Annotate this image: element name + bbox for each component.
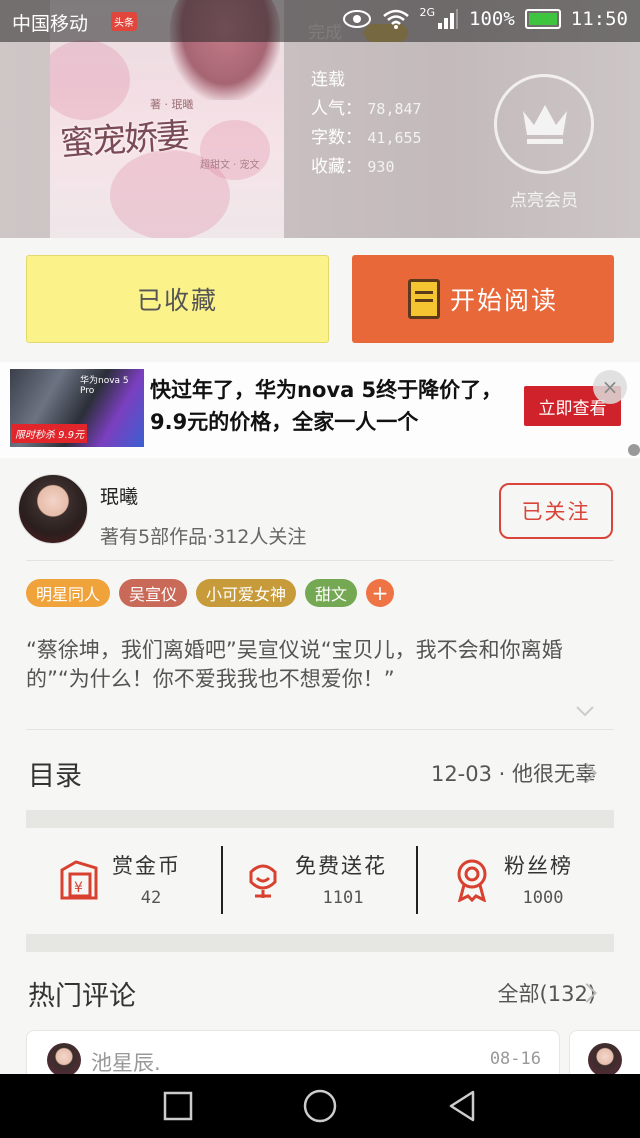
reward-coins-value: 42 — [140, 888, 162, 908]
toc-title: 目录 — [28, 761, 82, 792]
tag-list: 明星同人 吴宣仪 小可爱女神 甜文 + — [26, 579, 395, 607]
serial-status: 连载 — [311, 70, 345, 90]
tag-chip[interactable]: 甜文 — [305, 579, 358, 607]
ribbon-badge-icon — [457, 859, 487, 902]
home-button[interactable] — [280, 1074, 360, 1138]
system-nav-bar — [0, 1074, 640, 1138]
status-bar: 中国移动 头条 2G 100% 11:50 — [0, 0, 640, 42]
vip-crown-button[interactable] — [494, 74, 594, 174]
comment-date: 08-16 — [489, 1049, 541, 1069]
book-icon — [407, 279, 440, 319]
svg-text:¥: ¥ — [74, 880, 83, 896]
free-flowers-value: 1101 — [322, 888, 364, 908]
author-name[interactable]: 珉曦 — [100, 482, 138, 509]
favorites-row: 收藏： 930 — [311, 153, 422, 182]
start-reading-button[interactable]: 开始阅读 — [352, 255, 614, 343]
ad-brand: 华为nova 5 Pro — [80, 376, 129, 396]
ad-image[interactable]: 华为nova 5 Pro 限时秒杀 9.9元 — [10, 369, 144, 447]
author-avatar[interactable] — [18, 474, 88, 544]
ad-banner[interactable]: 华为nova 5 Pro 限时秒杀 9.9元 快过年了，华为nova 5终于降价… — [0, 362, 640, 458]
fan-ranking-value: 1000 — [522, 888, 564, 908]
reward-coins-label: 赏金币 — [112, 854, 181, 878]
add-tag-button[interactable]: + — [366, 579, 395, 607]
commenter-avatar[interactable] — [588, 1043, 622, 1077]
back-button[interactable] — [422, 1074, 502, 1138]
word-count-value: 41,655 — [367, 129, 422, 147]
fan-ranking-label: 粉丝榜 — [504, 854, 573, 878]
wifi-icon — [382, 9, 409, 29]
tag-chip[interactable]: 吴宣仪 — [119, 579, 188, 607]
carrier-name: 中国移动 — [12, 13, 89, 35]
battery-icon — [524, 9, 561, 29]
red-envelope-icon: ¥ — [60, 860, 98, 900]
section-separator — [26, 934, 614, 952]
author-meta: 著有5部作品·312人关注 — [100, 526, 307, 548]
cover-subtitle: 超甜文 · 宠文 — [200, 160, 260, 171]
battery-percent: 100% — [469, 8, 515, 30]
vip-label[interactable]: 点亮会员 — [496, 186, 592, 211]
reward-stats: ¥ 赏金币 42 免费送花 1101 粉丝榜 1000 — [26, 830, 614, 930]
favorites-label: 收藏： — [311, 157, 362, 177]
ad-indicator-icon — [628, 444, 640, 456]
ad-promo: 限时秒杀 9.9元 — [12, 424, 88, 443]
divider — [26, 560, 614, 561]
chevron-down-icon[interactable] — [574, 700, 596, 722]
recent-apps-button[interactable] — [138, 1074, 218, 1138]
square-icon — [163, 1091, 193, 1121]
collected-label: 已收藏 — [136, 286, 218, 315]
network-type: 2G — [419, 5, 436, 19]
hot-comments-title: 热门评论 — [28, 981, 136, 1012]
latest-chapter[interactable]: 12-03 · 他很无辜 — [431, 758, 596, 788]
commenter-name: 池星辰. — [91, 1051, 161, 1075]
free-flowers[interactable]: 免费送花 1101 — [223, 830, 416, 930]
collected-button[interactable]: 已收藏 — [26, 255, 329, 343]
favorites-value: 930 — [367, 158, 395, 176]
word-count-label: 字数： — [311, 128, 362, 148]
book-stats: 连载 人气： 78,847 字数： 41,655 收藏： 930 — [311, 66, 422, 182]
triangle-back-icon — [449, 1090, 475, 1122]
commenter-avatar[interactable] — [47, 1043, 81, 1077]
circle-icon — [303, 1089, 337, 1123]
start-reading-label: 开始阅读 — [449, 286, 558, 315]
tag-chip[interactable]: 小可爱女神 — [196, 579, 297, 607]
section-separator — [26, 810, 614, 828]
tag-chip[interactable]: 明星同人 — [26, 579, 111, 607]
reward-coins[interactable]: ¥ 赏金币 42 — [26, 830, 222, 930]
clock: 11:50 — [570, 8, 628, 30]
popularity-value: 78,847 — [367, 100, 422, 118]
signal-icon — [438, 9, 459, 29]
word-count-row: 字数： 41,655 — [311, 124, 422, 153]
news-app-icon: 头条 — [111, 12, 137, 31]
eye-icon — [342, 10, 371, 28]
follow-button[interactable]: 已关注 — [499, 483, 613, 539]
popularity-label: 人气： — [311, 99, 362, 119]
ad-text[interactable]: 快过年了，华为nova 5终于降价了，9.9元的价格，全家一人一个 — [150, 374, 510, 438]
table-of-contents-row[interactable]: 目录 12-03 · 他很无辜 — [0, 730, 640, 810]
author-section: 珉曦 著有5部作品·312人关注 已关注 — [0, 462, 640, 562]
crown-icon — [523, 105, 567, 144]
fan-ranking[interactable]: 粉丝榜 1000 — [418, 830, 614, 930]
book-synopsis[interactable]: “蔡徐坤，我们离婚吧”吴宣仪说“宝贝儿，我不会和你离婚的”“为什么！你不爱我我也… — [26, 636, 614, 694]
flower-icon — [249, 864, 277, 898]
cover-title: 蜜宠娇妻 — [59, 115, 190, 165]
popularity-row: 人气： 78,847 — [311, 95, 422, 124]
book-detail-page: 著 · 珉曦 蜜宠娇妻 超甜文 · 宠文 完成 连载 人气： 78,847 字数… — [0, 0, 640, 1138]
free-flowers-label: 免费送花 — [295, 854, 387, 878]
ad-close-icon[interactable]: × — [593, 370, 627, 404]
